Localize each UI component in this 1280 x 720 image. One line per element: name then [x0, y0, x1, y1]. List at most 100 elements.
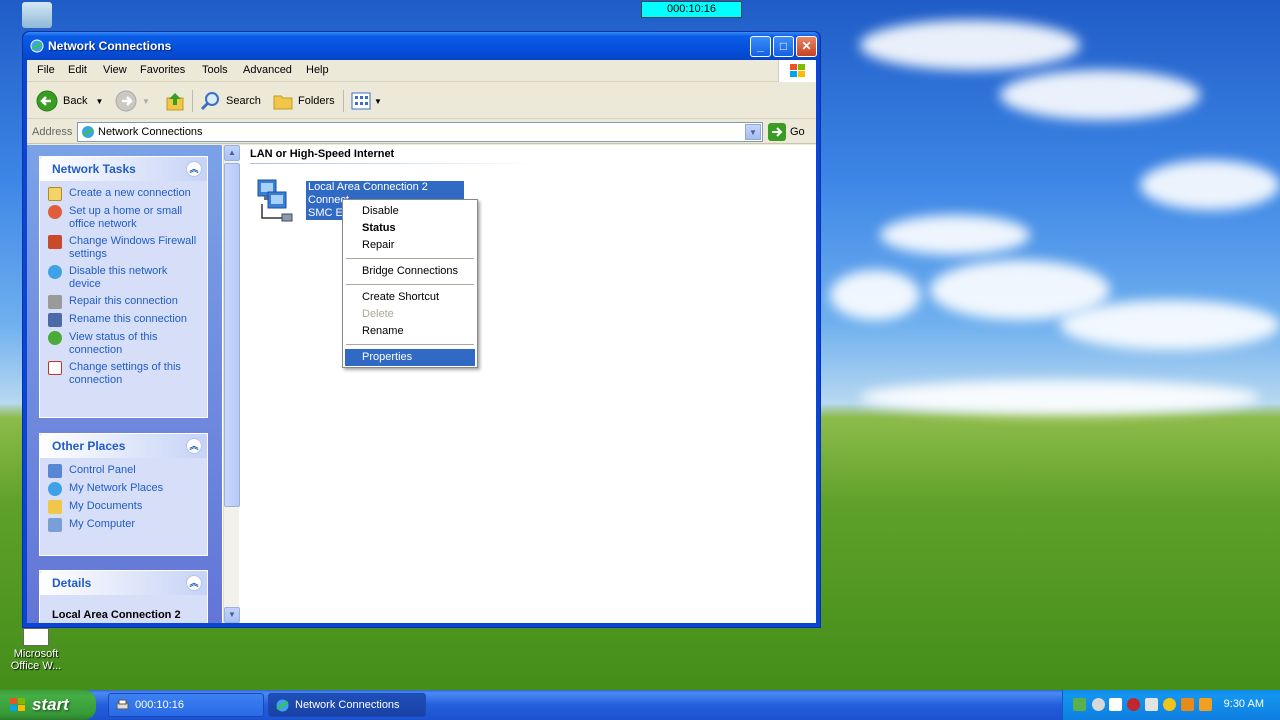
go-label: Go — [790, 126, 805, 138]
back-dropdown-icon[interactable]: ▼ — [95, 97, 103, 106]
close-button[interactable]: ✕ — [796, 36, 817, 57]
taskbar-button-network-connections[interactable]: Network Connections — [268, 693, 426, 717]
toolbar-separator — [343, 90, 344, 112]
connections-view: LAN or High-Speed Internet Local Area Co… — [240, 145, 816, 623]
place-my-computer[interactable]: My Computer — [48, 518, 201, 532]
menu-help[interactable]: Help — [306, 64, 329, 76]
office-label: Microsoft Office W... — [10, 648, 62, 672]
menu-item-bridge-connections[interactable]: Bridge Connections — [345, 263, 475, 280]
start-button[interactable]: start — [0, 690, 96, 720]
folders-icon — [273, 95, 293, 110]
task-rename[interactable]: Rename this connection — [48, 313, 201, 327]
taskbar-button-timer[interactable]: 000:10:16 — [108, 693, 264, 717]
task-label: Set up a home or small office network — [69, 205, 183, 230]
cloud — [1060, 300, 1280, 350]
collapse-chevron-icon[interactable]: ︽ — [186, 575, 202, 591]
place-my-documents[interactable]: My Documents — [48, 500, 201, 514]
lan-connection-icon — [257, 179, 293, 222]
task-pane-scrollbar[interactable]: ▲ ▼ — [223, 145, 240, 623]
menu-separator — [346, 284, 474, 285]
address-field[interactable]: Network Connections ▼ — [77, 122, 763, 142]
system-tray: 9:30 AM — [1062, 690, 1280, 720]
place-control-panel[interactable]: Control Panel — [48, 464, 201, 478]
search-button[interactable]: Search — [200, 89, 261, 113]
collapse-chevron-icon[interactable]: ︽ — [186, 161, 202, 177]
menu-view[interactable]: View — [103, 64, 127, 76]
task-firewall[interactable]: Change Windows Firewall settings — [48, 235, 201, 261]
forward-arrow-icon — [115, 90, 137, 112]
menu-item-repair[interactable]: Repair — [345, 237, 475, 254]
menu-item-disable[interactable]: Disable — [345, 203, 475, 220]
go-button[interactable]: Go — [768, 123, 805, 141]
views-dropdown-icon[interactable]: ▼ — [374, 97, 382, 106]
task-repair[interactable]: Repair this connection — [48, 295, 201, 309]
menu-item-rename[interactable]: Rename — [345, 323, 475, 340]
start-label: start — [32, 695, 69, 714]
window-title: Network Connections — [48, 39, 172, 53]
task-create-connection[interactable]: Create a new connection — [48, 187, 201, 201]
tray-antivirus-icon[interactable] — [1163, 698, 1176, 711]
network-connections-icon — [30, 39, 44, 53]
clock[interactable]: 9:30 AM — [1224, 698, 1264, 710]
menu-edit[interactable]: Edit — [68, 64, 87, 76]
tray-speaker-icon[interactable] — [1145, 698, 1158, 711]
task-disable-device[interactable]: Disable this network device — [48, 265, 201, 291]
menu-favorites[interactable]: Favorites — [140, 64, 185, 76]
place-label: Control Panel — [69, 464, 136, 476]
menu-separator — [346, 258, 474, 259]
task-label: Create a new connection — [69, 187, 191, 199]
views-icon — [351, 92, 371, 110]
scroll-thumb[interactable] — [224, 163, 240, 507]
task-label: Rename this connection — [69, 313, 188, 325]
maximize-button[interactable]: □ — [773, 36, 794, 57]
task-change-settings[interactable]: Change settings of this connection — [48, 361, 201, 387]
status-icon — [48, 331, 62, 345]
menu-advanced[interactable]: Advanced — [243, 64, 292, 76]
task-pane: Network Tasks ︽ Create a new connection … — [27, 145, 222, 623]
folders-button[interactable]: Folders — [272, 89, 335, 113]
menu-item-properties[interactable]: Properties — [345, 349, 475, 366]
task-home-network[interactable]: Set up a home or small office network — [48, 205, 201, 231]
task-view-status[interactable]: View status of this connection — [48, 331, 201, 357]
forward-dropdown-icon[interactable]: ▼ — [142, 97, 150, 106]
task-label: Change Windows Firewall settings — [69, 235, 197, 260]
scroll-up-icon[interactable]: ▲ — [224, 145, 240, 161]
details-header[interactable]: Details ︽ — [40, 571, 207, 595]
desktop-icon-office[interactable]: Microsoft Office W... — [0, 628, 72, 672]
back-button[interactable]: Back ▼ — [36, 89, 103, 113]
desktop-icon-recycle-bin[interactable] — [22, 2, 52, 28]
up-folder-button[interactable] — [165, 89, 187, 113]
scroll-down-icon[interactable]: ▼ — [224, 607, 240, 623]
windows-flag-icon — [10, 698, 25, 711]
title-bar[interactable]: Network Connections _ □ ✕ — [23, 32, 820, 60]
disable-device-icon — [48, 265, 62, 279]
views-button[interactable]: ▼ — [350, 89, 382, 113]
tray-power-icon[interactable] — [1181, 698, 1194, 711]
menu-separator — [346, 344, 474, 345]
place-label: My Computer — [69, 518, 136, 530]
forward-button[interactable]: ▼ — [115, 89, 150, 113]
menu-file[interactable]: File — [37, 64, 55, 76]
menu-item-status[interactable]: Status — [345, 220, 475, 237]
network-tasks-header[interactable]: Network Tasks ︽ — [40, 157, 207, 181]
menu-item-create-shortcut[interactable]: Create Shortcut — [345, 289, 475, 306]
timer-display: 000:10:16 — [641, 1, 742, 18]
other-places-header[interactable]: Other Places ︽ — [40, 434, 207, 458]
printer-icon — [116, 699, 129, 710]
up-folder-icon — [166, 93, 184, 111]
tray-network-icon[interactable] — [1073, 698, 1086, 711]
toolbar: Back ▼ ▼ Search Folders ▼ — [27, 83, 816, 119]
tray-disk-icon[interactable] — [1092, 698, 1105, 711]
search-label: Search — [226, 95, 261, 107]
tray-security-icon[interactable] — [1127, 698, 1140, 711]
minimize-button[interactable]: _ — [750, 36, 771, 57]
address-dropdown-icon[interactable]: ▼ — [745, 124, 761, 140]
menu-tools[interactable]: Tools — [202, 64, 228, 76]
collapse-chevron-icon[interactable]: ︽ — [186, 438, 202, 454]
task-label: View status of this connection — [69, 331, 158, 356]
network-connections-icon — [82, 126, 94, 138]
tray-update-icon[interactable] — [1199, 698, 1212, 711]
other-places-panel: Other Places ︽ Control Panel My Network … — [39, 433, 208, 556]
tray-monitor-icon[interactable] — [1109, 698, 1122, 711]
place-my-network-places[interactable]: My Network Places — [48, 482, 201, 496]
